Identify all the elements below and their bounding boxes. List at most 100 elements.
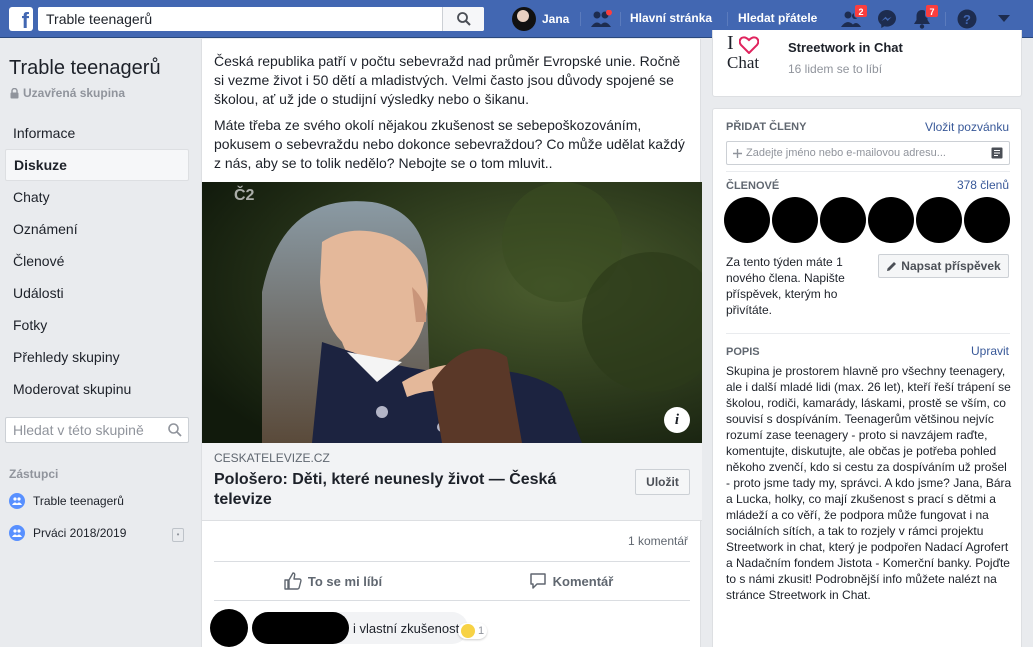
shortcuts-heading: Zástupci	[9, 467, 59, 481]
group-icon	[9, 525, 25, 541]
post-paragraph: Česká republika patří v počtu sebevražd …	[214, 53, 681, 107]
logo-word: Chat	[727, 53, 760, 72]
nav-divider	[580, 12, 581, 26]
nav-divider	[945, 12, 946, 26]
lock-icon	[10, 87, 19, 98]
comment-reactions[interactable]: 1	[458, 623, 488, 639]
info-icon[interactable]: i	[664, 407, 690, 433]
post-actions: To se mi líbí Komentář	[214, 561, 690, 601]
member-avatars	[724, 197, 1012, 243]
profile-name: Jana	[542, 12, 570, 26]
comment: i vlastní zkušenost 1	[210, 609, 700, 647]
edit-description-link[interactable]: Upravit	[971, 344, 1009, 358]
thumbs-up-icon	[284, 572, 302, 590]
menu-item-moderovat[interactable]: Moderovat skupinu	[5, 373, 189, 405]
friend-requests-icon[interactable]: 2	[840, 4, 868, 30]
group-menu: Informace Diskuze Chaty Oznámení Členové…	[5, 117, 189, 405]
page-name[interactable]: Streetwork in Chat	[788, 40, 903, 55]
group-privacy: Uzavřená skupina	[10, 86, 125, 100]
pencil-icon	[887, 261, 897, 271]
shortcut-label: Prváci 2018/2019	[33, 526, 127, 540]
group-description: Skupina je prostorem hlavně pro všechny …	[726, 364, 1012, 602]
find-friends-link[interactable]: Hledat přátele	[738, 11, 817, 25]
write-post-label: Napsat příspěvek	[901, 259, 1001, 273]
group-title[interactable]: Trable teenagerů	[9, 57, 161, 80]
avatar	[512, 7, 536, 31]
profile-link[interactable]: Jana	[512, 7, 569, 31]
reaction-count: 1	[478, 625, 485, 637]
global-search	[38, 7, 484, 31]
comment-author[interactable]	[252, 612, 349, 644]
divider	[726, 333, 1010, 334]
menu-item-udalosti[interactable]: Události	[5, 277, 189, 309]
video-still-image: Č2	[202, 182, 702, 443]
notifications-icon[interactable]: 7	[911, 4, 939, 30]
global-search-input[interactable]	[38, 7, 438, 31]
add-members-heading: PŘIDAT ČLENY	[726, 121, 807, 133]
plus-icon	[733, 149, 742, 158]
group-icon	[9, 493, 25, 509]
sad-reaction-icon	[461, 624, 475, 638]
svg-text:?: ?	[963, 12, 971, 27]
description-heading: POPIS	[726, 346, 760, 358]
comment-button[interactable]: Komentář	[452, 562, 690, 600]
menu-item-oznameni[interactable]: Oznámení	[5, 213, 189, 245]
lock-icon: •	[172, 528, 184, 542]
comment-label: Komentář	[552, 573, 614, 589]
avatar[interactable]	[964, 197, 1010, 243]
add-member-input[interactable]	[727, 142, 977, 164]
messenger-icon[interactable]	[876, 8, 898, 30]
link-preview[interactable]: CESKATELEVIZE.CZ Pološero: Děti, které n…	[202, 443, 702, 521]
group-search	[5, 417, 189, 443]
new-member-notice: Za tento týden máte 1 nového člena. Napi…	[726, 255, 845, 317]
nav-divider	[727, 12, 728, 26]
shortcut-item[interactable]: Prváci 2018/2019	[9, 523, 194, 543]
menu-item-diskuze[interactable]: Diskuze	[5, 149, 189, 181]
comment-bubble: i vlastní zkušenost	[252, 612, 468, 644]
search-button[interactable]	[442, 7, 484, 31]
heart-icon	[739, 36, 759, 54]
shortcut-item[interactable]: Trable teenagerů	[9, 491, 124, 511]
avatar[interactable]	[868, 197, 914, 243]
group-info-card: PŘIDAT ČLENY Vložit pozvánku ČLENOVÉ 378…	[712, 108, 1022, 647]
menu-item-clenove[interactable]: Členové	[5, 245, 189, 277]
friend-requests-badge: 2	[854, 4, 868, 18]
save-button[interactable]: Uložit	[635, 469, 690, 495]
avatar[interactable]	[210, 609, 248, 647]
link-title[interactable]: Pološero: Děti, které neunesly život — Č…	[214, 470, 574, 510]
members-count-link[interactable]: 378 členů	[957, 178, 1009, 192]
avatar[interactable]	[820, 197, 866, 243]
search-icon	[456, 12, 471, 26]
avatar[interactable]	[772, 197, 818, 243]
page-likes: 16 lidem se to líbí	[788, 62, 883, 76]
group-type-label: Uzavřená skupina	[23, 86, 126, 100]
menu-item-informace[interactable]: Informace	[5, 117, 189, 149]
help-icon[interactable]: ?	[956, 8, 978, 30]
channel-watermark: Č2	[234, 185, 255, 204]
menu-item-chaty[interactable]: Chaty	[5, 181, 189, 213]
group-search-input[interactable]	[6, 418, 156, 442]
notifications-badge: 7	[925, 4, 939, 18]
like-button[interactable]: To se mi líbí	[214, 562, 452, 600]
avatar[interactable]	[916, 197, 962, 243]
link-preview-image[interactable]: Č2 i	[202, 182, 702, 443]
menu-item-fotky[interactable]: Fotky	[5, 309, 189, 341]
comment-count[interactable]: 1 komentář	[628, 534, 688, 548]
comment-text: i vlastní zkušenost	[353, 621, 460, 636]
comment-icon	[529, 573, 546, 589]
divider	[726, 171, 1010, 172]
facebook-logo-icon[interactable]: f	[9, 7, 33, 31]
home-link[interactable]: Hlavní stránka	[630, 11, 712, 25]
account-menu-icon[interactable]	[993, 8, 1015, 30]
address-book-icon[interactable]	[991, 147, 1003, 159]
search-icon[interactable]	[168, 423, 182, 437]
link-domain: CESKATELEVIZE.CZ	[214, 451, 330, 465]
page-card: I Chat Streetwork in Chat 16 lidem se to…	[712, 30, 1022, 97]
groups-shortcut-icon[interactable]	[590, 8, 612, 30]
menu-item-prehledy[interactable]: Přehledy skupiny	[5, 341, 189, 373]
avatar[interactable]	[724, 197, 770, 243]
post-body: Česká republika patří v počtu sebevražd …	[214, 52, 694, 180]
write-post-button[interactable]: Napsat příspěvek	[878, 254, 1009, 278]
invite-link[interactable]: Vložit pozvánku	[925, 120, 1009, 134]
streetwork-logo[interactable]: I Chat	[727, 30, 777, 72]
